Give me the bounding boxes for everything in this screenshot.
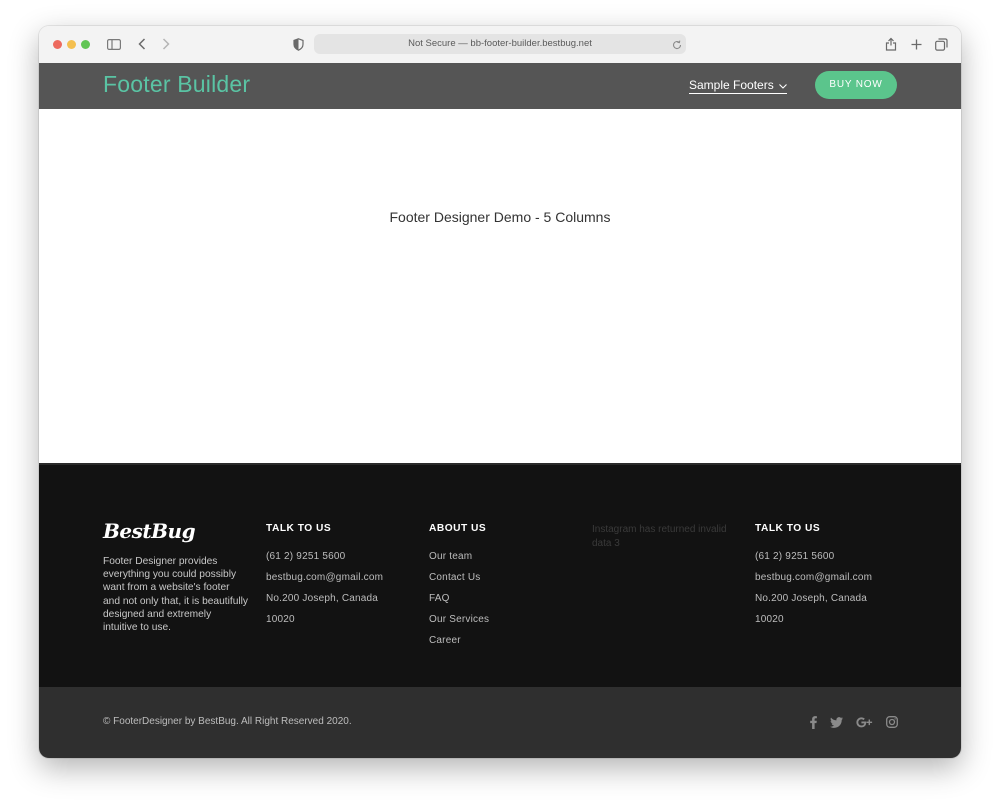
address-line: No.200 Joseph, Canada <box>266 593 379 604</box>
link-career[interactable]: Career <box>429 635 579 656</box>
site-logo[interactable]: Footer Builder <box>103 71 250 98</box>
buy-now-button[interactable]: BUY NOW <box>815 71 897 99</box>
share-icon[interactable] <box>884 35 898 53</box>
twitter-icon[interactable] <box>829 715 843 729</box>
site-footer: BestBug Footer Designer provides everyth… <box>39 463 961 689</box>
sample-footers-menu[interactable]: Sample Footers <box>689 78 787 94</box>
link-our-services[interactable]: Our Services <box>429 614 579 635</box>
column-title: TALK TO US <box>755 523 821 534</box>
browser-window: Not Secure — bb-footer-builder.bestbug.n… <box>39 26 961 758</box>
phone-number[interactable]: (61 2) 9251 5600 <box>266 551 416 572</box>
link-contact-us[interactable]: Contact Us <box>429 572 579 593</box>
postal-code: 10020 <box>755 614 784 625</box>
address-text: Not Secure — bb-footer-builder.bestbug.n… <box>408 38 592 49</box>
instagram-error-message: Instagram has returned invalid data 3 <box>592 524 727 549</box>
browser-toolbar: Not Secure — bb-footer-builder.bestbug.n… <box>39 26 961 64</box>
footer-bottom-bar: © FooterDesigner by BestBug. All Right R… <box>39 687 961 758</box>
privacy-shield-icon[interactable] <box>291 35 305 53</box>
main-content: Footer Designer Demo - 5 Columns <box>39 109 961 463</box>
page-title: Footer Designer Demo - 5 Columns <box>389 209 611 225</box>
back-icon[interactable] <box>136 35 148 53</box>
footer-column-talk-to-us: TALK TO US (61 2) 9251 5600 bestbug.com@… <box>266 523 416 635</box>
google-plus-icon[interactable] <box>855 715 873 729</box>
postal-code: 10020 <box>266 614 295 625</box>
minimize-window-button[interactable] <box>67 40 76 49</box>
tab-overview-icon[interactable] <box>934 35 948 53</box>
email-link[interactable]: bestbug.com@gmail.com <box>266 572 416 593</box>
email-link[interactable]: bestbug.com@gmail.com <box>755 572 905 593</box>
facebook-icon[interactable] <box>806 715 820 729</box>
footer-brand-logo[interactable]: BestBug <box>103 519 196 543</box>
sample-footers-label: Sample Footers <box>689 78 774 92</box>
address-line: No.200 Joseph, Canada <box>755 593 868 604</box>
column-title: TALK TO US <box>266 523 332 534</box>
close-window-button[interactable] <box>53 40 62 49</box>
phone-number[interactable]: (61 2) 9251 5600 <box>755 551 905 572</box>
link-faq[interactable]: FAQ <box>429 593 579 614</box>
maximize-window-button[interactable] <box>81 40 90 49</box>
reload-icon[interactable] <box>671 36 683 54</box>
column-title: ABOUT US <box>429 523 487 534</box>
instagram-icon[interactable] <box>885 715 899 729</box>
forward-icon[interactable] <box>160 35 172 53</box>
link-our-team[interactable]: Our team <box>429 551 579 572</box>
address-bar[interactable]: Not Secure — bb-footer-builder.bestbug.n… <box>314 34 686 54</box>
footer-column-talk-to-us-2: TALK TO US (61 2) 9251 5600 bestbug.com@… <box>755 523 905 635</box>
copyright-text: © FooterDesigner by BestBug. All Right R… <box>103 716 352 727</box>
site-header: Footer Builder Sample Footers BUY NOW <box>39 63 961 109</box>
new-tab-icon[interactable] <box>909 35 923 53</box>
footer-about-text: Footer Designer provides everything you … <box>103 556 248 634</box>
footer-column-about-us: ABOUT US Our team Contact Us FAQ Our Ser… <box>429 523 579 656</box>
sidebar-toggle-icon[interactable] <box>106 35 122 53</box>
chevron-down-icon <box>778 78 787 92</box>
